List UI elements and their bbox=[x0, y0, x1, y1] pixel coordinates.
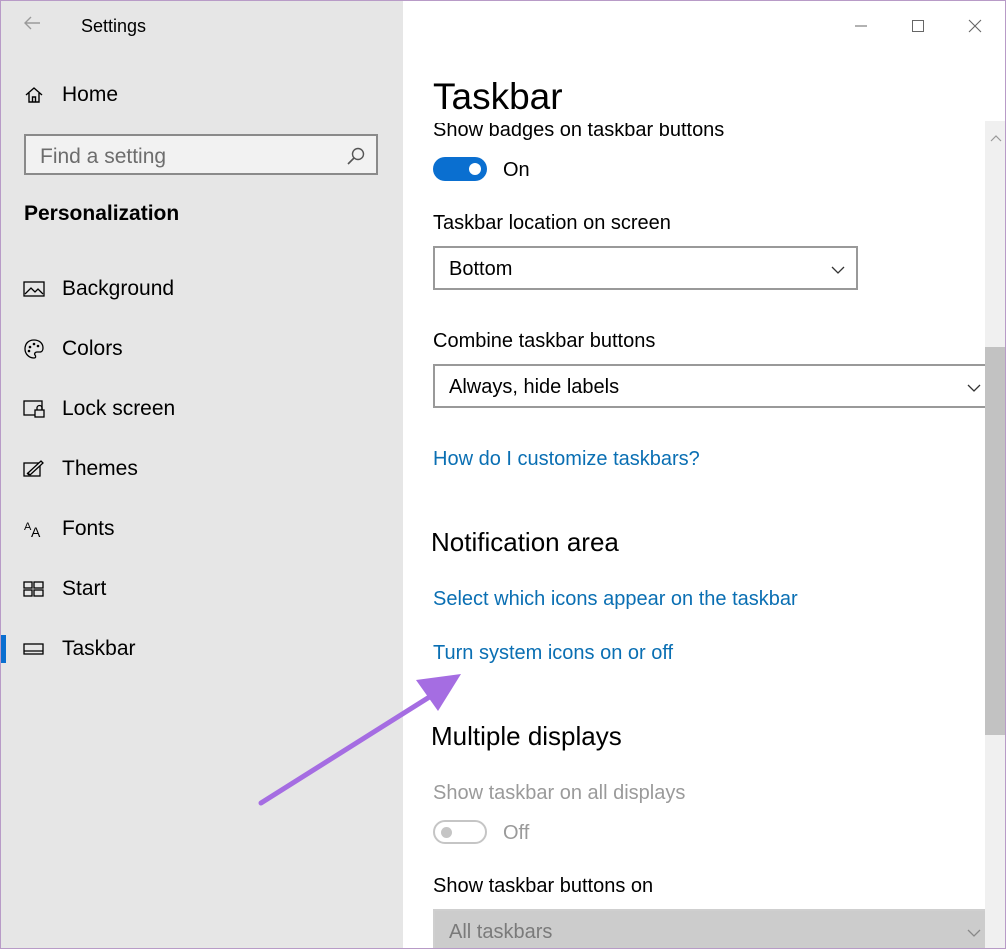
arrow-annotation bbox=[258, 674, 461, 806]
settings-window: Settings Home Find a setting Personaliza… bbox=[0, 0, 1006, 949]
